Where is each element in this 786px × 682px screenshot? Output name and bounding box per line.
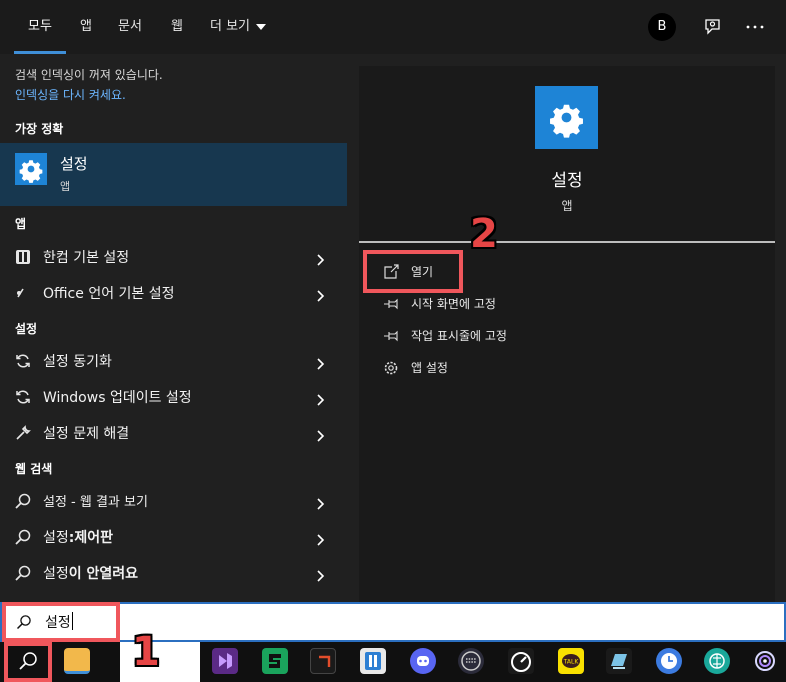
pin-icon: [383, 296, 399, 312]
feedback-icon[interactable]: [702, 16, 724, 38]
settings-gear-icon: [535, 86, 598, 149]
svg-text:TALK: TALK: [563, 659, 580, 666]
web-query-bold: 설정: [43, 495, 67, 510]
chevron-right-icon[interactable]: [315, 427, 327, 442]
caret-down-icon: [256, 23, 267, 30]
hancom-icon: [14, 248, 32, 266]
search-icon: [14, 564, 32, 582]
settings-gear-icon: [15, 153, 47, 185]
chevron-right-icon[interactable]: [315, 287, 327, 302]
more-options-icon[interactable]: [744, 16, 766, 38]
highlight-open-action: [363, 250, 463, 293]
search-icon: [14, 492, 32, 510]
preview-title: 설정: [551, 171, 583, 191]
web-query-plain: 설정: [43, 530, 69, 546]
web-query-suffix: 이 안열려요: [68, 566, 139, 582]
best-match-subtitle: 앱: [60, 180, 71, 193]
chevron-right-icon[interactable]: [315, 531, 327, 546]
web-result-not-opening[interactable]: 설정이 안열려요: [0, 555, 347, 591]
brain-app-icon[interactable]: [704, 648, 730, 674]
step-1-label: 1: [132, 629, 160, 675]
web-query-suffix: :제어판: [68, 530, 114, 546]
action-label: 작업 표시줄에 고정: [411, 329, 507, 343]
web-query-plain: 설정: [43, 566, 69, 582]
result-hancom-settings[interactable]: 한컴 기본 설정: [0, 239, 347, 275]
chevron-right-icon[interactable]: [315, 391, 327, 406]
result-label: 설정 동기화: [43, 354, 112, 370]
tab-more[interactable]: 더 보기: [210, 0, 267, 54]
avatar[interactable]: B: [648, 13, 676, 41]
ryzen-master-icon[interactable]: [310, 648, 336, 674]
settings-header: 설정: [15, 322, 38, 336]
result-sync-settings[interactable]: 설정 동기화: [0, 343, 347, 379]
result-label: 설정이 안열려요: [43, 563, 138, 583]
action-label: 시작 화면에 고정: [411, 297, 496, 311]
office-lang-icon: [14, 284, 32, 302]
kakaotalk-icon[interactable]: TALK: [558, 648, 584, 674]
tab-more-label: 더 보기: [210, 19, 251, 34]
preview-card: 설정 앱 열기 시작 화면에 고정 작업 표시줄에 고정 앱 설정: [359, 66, 775, 602]
action-label: 앱 설정: [411, 361, 448, 375]
result-label: 한컴 기본 설정: [43, 250, 130, 266]
highlight-search-box: [2, 602, 120, 642]
web-query-rest: - 웹 결과 보기: [66, 495, 148, 510]
gear-icon: [383, 360, 399, 376]
sync-icon: [14, 352, 32, 370]
update-icon: [14, 388, 32, 406]
chevron-right-icon[interactable]: [315, 355, 327, 370]
result-label: 설정 - 웹 결과 보기: [43, 491, 148, 510]
app-green-icon[interactable]: [262, 648, 288, 674]
spiral-app-icon[interactable]: [752, 648, 778, 674]
discord-icon[interactable]: [410, 648, 436, 674]
preview-divider: [359, 241, 775, 243]
best-match-settings[interactable]: 설정 앱: [0, 143, 347, 206]
result-windows-update[interactable]: Windows 업데이트 설정: [0, 379, 347, 415]
search-icon: [14, 528, 32, 546]
result-label: Windows 업데이트 설정: [43, 390, 192, 406]
tab-apps[interactable]: 앱: [80, 0, 92, 54]
result-label: Office 언어 기본 설정: [43, 286, 175, 302]
clock-icon[interactable]: [656, 648, 682, 674]
preview-pane: 설정 앱 열기 시작 화면에 고정 작업 표시줄에 고정 앱 설정: [347, 54, 786, 602]
best-match-title: 설정: [60, 155, 88, 173]
file-explorer-icon[interactable]: [64, 648, 90, 674]
pin-icon: [383, 328, 399, 344]
tab-documents[interactable]: 문서: [118, 0, 142, 54]
chevron-right-icon[interactable]: [315, 495, 327, 510]
speedometer-icon[interactable]: [508, 648, 534, 674]
preview-subtitle: 앱: [561, 199, 573, 213]
taskbar: TALK: [0, 642, 786, 682]
result-label: 설정 문제 해결: [43, 426, 130, 442]
best-match-header: 가장 정확: [15, 122, 64, 136]
tab-web[interactable]: 웹: [171, 0, 183, 54]
tab-all[interactable]: 모두: [14, 0, 66, 54]
indexing-notice: 검색 인덱싱이 꺼져 있습니다. 인덱싱을 다시 켜세요.: [15, 65, 163, 105]
step-2-label: 2: [470, 211, 498, 257]
visual-studio-icon[interactable]: [212, 648, 238, 674]
enable-indexing-link[interactable]: 인덱싱을 다시 켜세요.: [15, 85, 163, 105]
notepad-icon[interactable]: [606, 648, 632, 674]
results-pane: 검색 인덱싱이 꺼져 있습니다. 인덱싱을 다시 켜세요. 가장 정확 설정 앱…: [0, 54, 347, 602]
web-result-control-panel[interactable]: 설정:제어판: [0, 519, 347, 555]
web-result-view-web[interactable]: 설정 - 웹 결과 보기: [0, 483, 347, 519]
highlight-taskbar-search: [4, 642, 52, 682]
result-label: 설정:제어판: [43, 527, 113, 547]
indexing-notice-text: 검색 인덱싱이 꺼져 있습니다.: [15, 68, 163, 82]
chevron-right-icon[interactable]: [315, 251, 327, 266]
wrench-icon: [14, 424, 32, 442]
hancom-office-icon[interactable]: [360, 648, 386, 674]
apps-header: 앱: [15, 217, 27, 231]
result-office-language[interactable]: Office 언어 기본 설정: [0, 275, 347, 311]
chevron-right-icon[interactable]: [315, 567, 327, 582]
keyboard-app-icon[interactable]: [458, 648, 484, 674]
web-search-header: 웹 검색: [15, 462, 53, 476]
search-filter-bar: 모두 앱 문서 웹 더 보기 B: [0, 0, 786, 54]
result-troubleshoot[interactable]: 설정 문제 해결: [0, 415, 347, 451]
